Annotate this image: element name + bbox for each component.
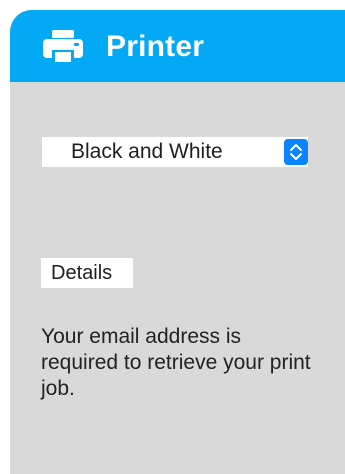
details-label: Details — [51, 262, 113, 284]
print-mode-selected-value: Black and White — [71, 140, 223, 163]
page-title: Printer — [106, 30, 205, 63]
email-required-message: Your email address is required to retrie… — [41, 325, 311, 400]
card-header: Printer — [10, 10, 345, 82]
printer-icon — [43, 30, 83, 64]
print-mode-select[interactable]: Black and White — [42, 137, 308, 167]
up-down-chevron-icon[interactable] — [284, 139, 308, 165]
printer-card: Printer Black and White Details Your ema… — [10, 10, 345, 474]
details-tab[interactable]: Details — [41, 258, 133, 288]
